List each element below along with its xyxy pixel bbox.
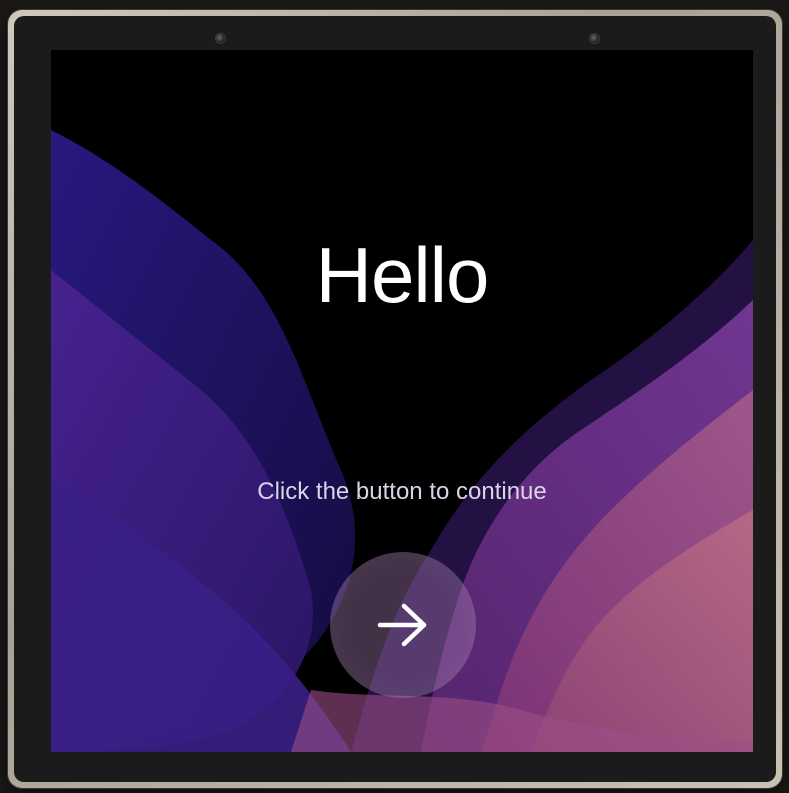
- continue-button[interactable]: [330, 552, 476, 698]
- continue-instruction: Click the button to continue: [257, 478, 547, 505]
- tablet-device-frame: Hello Click the button to continue: [8, 10, 782, 788]
- sensor-icon: [590, 34, 599, 43]
- welcome-screen: Hello Click the button to continue: [51, 50, 753, 752]
- arrow-right-icon: [377, 603, 427, 647]
- device-bezel: Hello Click the button to continue: [14, 16, 776, 782]
- front-camera-icon: [216, 34, 225, 43]
- hello-title: Hello: [315, 231, 490, 319]
